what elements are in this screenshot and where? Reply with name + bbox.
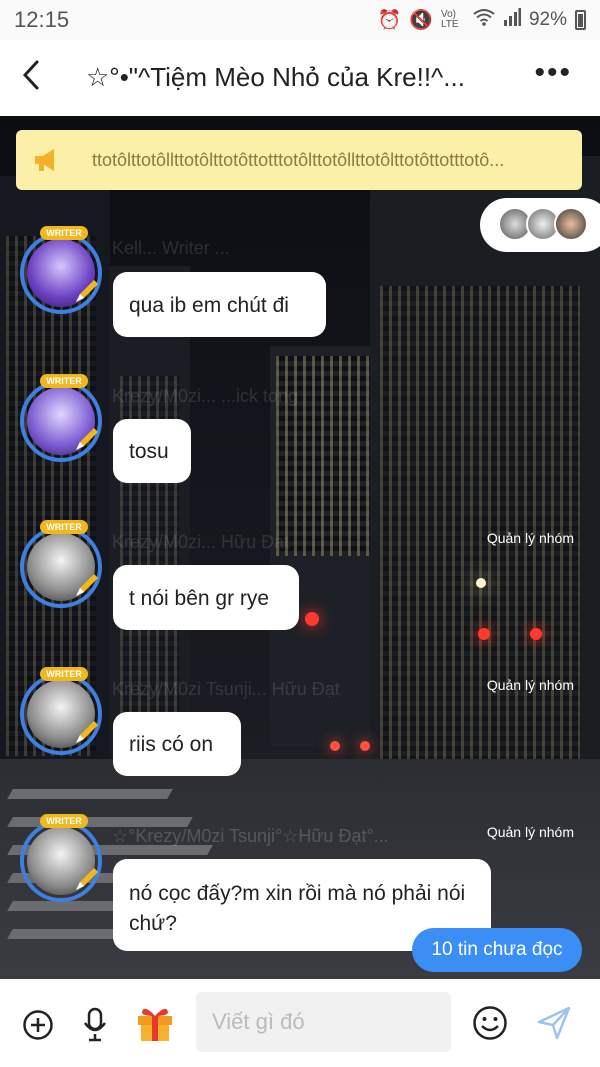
sender-name: ☆°Krezy/M0zi Tsunji°☆Hữu Đạt°... — [112, 826, 389, 846]
online-members[interactable] — [480, 198, 600, 252]
more-options-button[interactable]: ••• — [534, 56, 572, 90]
megaphone-icon — [35, 149, 54, 171]
microphone-icon[interactable] — [82, 1007, 108, 1043]
message-bubble[interactable]: t nói bên gr rye — [113, 565, 299, 630]
member-avatar — [554, 207, 588, 241]
pen-icon — [76, 280, 98, 302]
writer-badge: WRITER — [40, 667, 88, 681]
input-bar: Viết gì đó — [0, 979, 600, 1067]
avatar[interactable]: WRITER — [20, 226, 102, 314]
send-icon[interactable] — [536, 1005, 572, 1041]
status-bar: 12:15 ⏰ 🔇 Vo) LTE 92% — [0, 0, 600, 40]
writer-badge: WRITER — [40, 814, 88, 828]
chat-title[interactable]: ☆°•"^Tiệm Mèo Nhỏ của Kre!!^... — [86, 62, 516, 93]
message-bubble[interactable]: riis có on — [113, 712, 241, 776]
chevron-left-icon — [22, 60, 39, 90]
announcement-text: ttotôlttotôllttotôlttotôttotttotôlttotôl… — [92, 150, 505, 170]
sender-name: Krezy/M0zi... ...ick tong — [112, 386, 299, 406]
mute-icon: 🔇 — [409, 10, 433, 31]
role-label: Quản lý nhóm — [486, 530, 574, 546]
pen-icon — [76, 574, 98, 596]
wifi-icon — [473, 8, 495, 32]
volte-icon: Vo) LTE — [440, 9, 459, 30]
message-bubble[interactable]: qua ib em chút đi — [113, 272, 326, 337]
writer-badge: WRITER — [40, 374, 88, 388]
pen-icon — [76, 428, 98, 450]
avatar[interactable]: WRITER — [20, 520, 102, 608]
sender-name: Kell... Writer ... — [112, 238, 230, 258]
announcement-banner[interactable]: ttotôlttotôllttotôlttotôttotttotôlttotôl… — [16, 130, 582, 190]
message-bubble[interactable]: tosu — [113, 419, 191, 483]
sender-name: Krezy/M0zi... Hữu Đạt — [112, 532, 290, 552]
writer-badge: WRITER — [40, 226, 88, 240]
gift-icon[interactable] — [134, 1002, 176, 1044]
battery-icon — [575, 10, 586, 30]
unread-messages-button[interactable]: 10 tin chưa đọc — [412, 928, 582, 972]
avatar[interactable]: WRITER — [20, 667, 102, 755]
writer-badge: WRITER — [40, 520, 88, 534]
sender-name: Krezy/M0zi Tsunji... Hữu Đạt — [112, 679, 340, 699]
back-button[interactable] — [20, 58, 42, 101]
pen-icon — [76, 721, 98, 743]
chat-header: ☆°•"^Tiệm Mèo Nhỏ của Kre!!^... ••• — [0, 40, 600, 116]
status-icons: ⏰ 🔇 Vo) LTE 92% — [378, 8, 586, 32]
avatar[interactable]: WRITER — [20, 374, 102, 462]
battery-level: 92% — [528, 9, 567, 30]
pen-icon — [76, 868, 98, 890]
message-input[interactable]: Viết gì đó — [196, 992, 451, 1052]
clock: 12:15 — [14, 7, 70, 32]
emoji-icon[interactable] — [472, 1005, 508, 1041]
add-icon[interactable] — [22, 1009, 54, 1041]
avatar[interactable]: WRITER — [20, 814, 102, 902]
role-label: Quản lý nhóm — [486, 824, 574, 840]
role-label: Quản lý nhóm — [486, 677, 574, 693]
signal-icon — [503, 8, 521, 32]
alarm-icon: ⏰ — [377, 10, 402, 31]
